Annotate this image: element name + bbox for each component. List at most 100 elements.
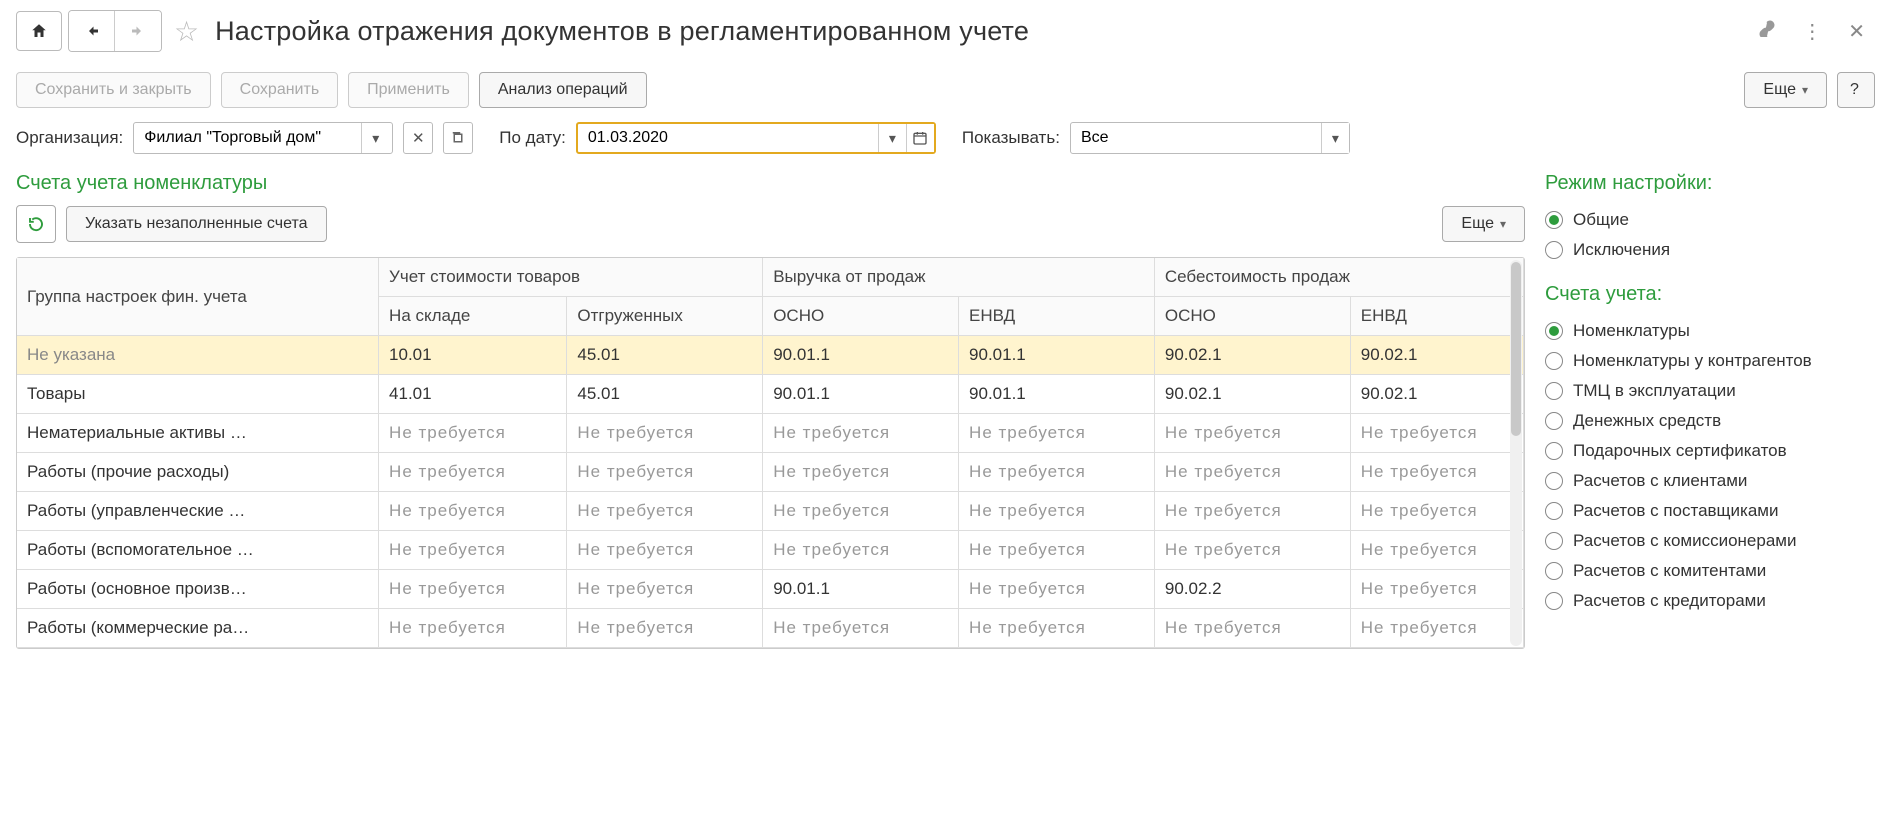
mode-option[interactable]: Исключения <box>1545 235 1875 265</box>
save-close-button[interactable]: Сохранить и закрыть <box>16 72 211 108</box>
cell-prime_envd[interactable]: Не требуется <box>1350 570 1523 609</box>
calendar-icon[interactable] <box>906 124 934 152</box>
cell-prime_envd[interactable]: Не требуется <box>1350 453 1523 492</box>
account-option[interactable]: Денежных средств <box>1545 406 1875 436</box>
cell-rev_envd[interactable]: Не требуется <box>959 531 1155 570</box>
apply-button[interactable]: Применить <box>348 72 469 108</box>
help-button[interactable]: ? <box>1837 72 1875 108</box>
cell-name[interactable]: Работы (основное произв… <box>17 570 379 609</box>
cell-shipped[interactable]: Не требуется <box>567 453 763 492</box>
cell-name[interactable]: Работы (управленческие … <box>17 492 379 531</box>
col-cost-shipped[interactable]: Отгруженных <box>567 297 763 336</box>
col-prime-osno[interactable]: ОСНО <box>1154 297 1350 336</box>
cell-prime_osno[interactable]: Не требуется <box>1154 609 1350 648</box>
section-more-button[interactable]: Еще <box>1442 206 1525 242</box>
cell-stock[interactable]: 41.01 <box>379 375 567 414</box>
cell-prime_envd[interactable]: Не требуется <box>1350 609 1523 648</box>
cell-rev_envd[interactable]: Не требуется <box>959 414 1155 453</box>
cell-prime_osno[interactable]: Не требуется <box>1154 492 1350 531</box>
cell-name[interactable]: Работы (коммерческие ра… <box>17 609 379 648</box>
table-row[interactable]: Работы (основное произв…Не требуетсяНе т… <box>17 570 1524 609</box>
col-prime-envd[interactable]: ЕНВД <box>1350 297 1523 336</box>
cell-stock[interactable]: Не требуется <box>379 531 567 570</box>
org-open-button[interactable] <box>443 122 473 154</box>
col-revenue-group[interactable]: Выручка от продаж <box>763 258 1155 297</box>
cell-rev_envd[interactable]: Не требуется <box>959 609 1155 648</box>
date-dropdown-icon[interactable]: ▾ <box>878 124 906 152</box>
table-row[interactable]: Нематериальные активы …Не требуетсяНе тр… <box>17 414 1524 453</box>
cell-stock[interactable]: Не требуется <box>379 570 567 609</box>
cell-stock[interactable]: Не требуется <box>379 609 567 648</box>
cell-rev_envd[interactable]: Не требуется <box>959 492 1155 531</box>
cell-rev_osno[interactable]: 90.01.1 <box>763 336 959 375</box>
cell-rev_envd[interactable]: Не требуется <box>959 453 1155 492</box>
cell-stock[interactable]: 10.01 <box>379 336 567 375</box>
account-option[interactable]: Расчетов с поставщиками <box>1545 496 1875 526</box>
analyze-operations-button[interactable]: Анализ операций <box>479 72 647 108</box>
account-option[interactable]: Расчетов с комиссионерами <box>1545 526 1875 556</box>
home-button[interactable] <box>16 11 62 51</box>
table-row[interactable]: Работы (вспомогательное …Не требуетсяНе … <box>17 531 1524 570</box>
close-icon[interactable]: ✕ <box>1838 19 1875 44</box>
account-option[interactable]: Номенклатуры <box>1545 316 1875 346</box>
cell-rev_envd[interactable]: Не требуется <box>959 570 1155 609</box>
cell-prime_envd[interactable]: Не требуется <box>1350 414 1523 453</box>
cell-rev_envd[interactable]: 90.01.1 <box>959 375 1155 414</box>
cell-prime_envd[interactable]: 90.02.1 <box>1350 375 1523 414</box>
cell-shipped[interactable]: Не требуется <box>567 570 763 609</box>
cell-prime_osno[interactable]: 90.02.1 <box>1154 336 1350 375</box>
org-input[interactable] <box>134 123 361 153</box>
cell-rev_osno[interactable]: Не требуется <box>763 609 959 648</box>
more-button[interactable]: Еще <box>1744 72 1827 108</box>
account-option[interactable]: Подарочных сертификатов <box>1545 436 1875 466</box>
cell-name[interactable]: Не указана <box>17 336 379 375</box>
cell-rev_envd[interactable]: 90.01.1 <box>959 336 1155 375</box>
cell-shipped[interactable]: 45.01 <box>567 375 763 414</box>
col-rev-envd[interactable]: ЕНВД <box>959 297 1155 336</box>
cell-name[interactable]: Работы (вспомогательное … <box>17 531 379 570</box>
account-option[interactable]: ТМЦ в эксплуатации <box>1545 376 1875 406</box>
cell-stock[interactable]: Не требуется <box>379 453 567 492</box>
org-dropdown-icon[interactable]: ▾ <box>361 123 389 153</box>
cell-rev_osno[interactable]: 90.01.1 <box>763 570 959 609</box>
col-cost-group[interactable]: Учет стоимости товаров <box>379 258 763 297</box>
cell-name[interactable]: Товары <box>17 375 379 414</box>
col-rev-osno[interactable]: ОСНО <box>763 297 959 336</box>
cell-rev_osno[interactable]: Не требуется <box>763 492 959 531</box>
date-input[interactable] <box>578 124 878 152</box>
cell-prime_osno[interactable]: Не требуется <box>1154 414 1350 453</box>
kebab-menu-icon[interactable]: ⋮ <box>1792 19 1832 44</box>
cell-name[interactable]: Нематериальные активы … <box>17 414 379 453</box>
table-row[interactable]: Товары41.0145.0190.01.190.01.190.02.190.… <box>17 375 1524 414</box>
cell-stock[interactable]: Не требуется <box>379 414 567 453</box>
date-field[interactable]: ▾ <box>576 122 936 154</box>
cell-prime_osno[interactable]: 90.02.1 <box>1154 375 1350 414</box>
col-prime-group[interactable]: Себестоимость продаж <box>1154 258 1523 297</box>
org-clear-button[interactable]: ✕ <box>403 122 433 154</box>
account-option[interactable]: Расчетов с комитентами <box>1545 556 1875 586</box>
cell-stock[interactable]: Не требуется <box>379 492 567 531</box>
table-row[interactable]: Не указана10.0145.0190.01.190.01.190.02.… <box>17 336 1524 375</box>
cell-rev_osno[interactable]: 90.01.1 <box>763 375 959 414</box>
org-field[interactable]: ▾ <box>133 122 393 154</box>
table-row[interactable]: Работы (управленческие …Не требуетсяНе т… <box>17 492 1524 531</box>
table-row[interactable]: Работы (прочие расходы)Не требуетсяНе тр… <box>17 453 1524 492</box>
cell-prime_osno[interactable]: Не требуется <box>1154 453 1350 492</box>
cell-prime_osno[interactable]: Не требуется <box>1154 531 1350 570</box>
cell-rev_osno[interactable]: Не требуется <box>763 414 959 453</box>
cell-rev_osno[interactable]: Не требуется <box>763 531 959 570</box>
col-group[interactable]: Группа настроек фин. учета <box>17 258 379 336</box>
cell-shipped[interactable]: Не требуется <box>567 531 763 570</box>
cell-rev_osno[interactable]: Не требуется <box>763 453 959 492</box>
forward-button[interactable] <box>115 11 161 51</box>
show-input[interactable] <box>1071 123 1321 153</box>
back-button[interactable] <box>69 11 115 51</box>
show-dropdown-icon[interactable]: ▾ <box>1321 123 1349 153</box>
vertical-scrollbar[interactable] <box>1510 260 1522 646</box>
cell-prime_envd[interactable]: Не требуется <box>1350 531 1523 570</box>
col-cost-stock[interactable]: На складе <box>379 297 567 336</box>
cell-prime_osno[interactable]: 90.02.2 <box>1154 570 1350 609</box>
cell-shipped[interactable]: Не требуется <box>567 414 763 453</box>
cell-name[interactable]: Работы (прочие расходы) <box>17 453 379 492</box>
save-button[interactable]: Сохранить <box>221 72 339 108</box>
